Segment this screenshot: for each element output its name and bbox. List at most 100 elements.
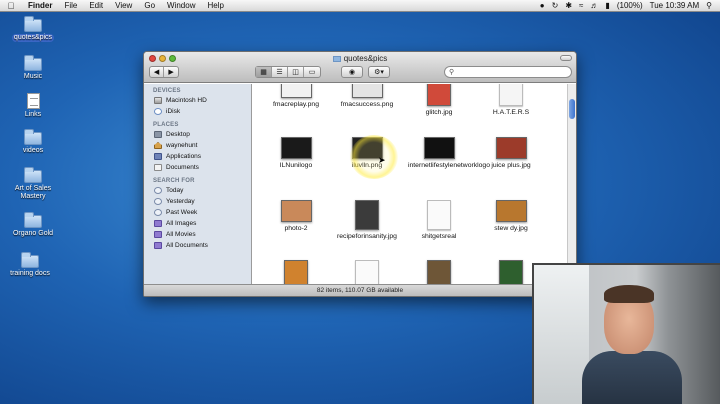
file-item[interactable]: internetlifestylenetworklogo: [403, 137, 490, 170]
desktop-file-links[interactable]: Links: [3, 93, 63, 119]
desktop-icon-label: Music: [23, 73, 43, 80]
file-item[interactable]: [260, 260, 332, 284]
column-view-button[interactable]: ◫: [288, 67, 305, 77]
mouse-pointer-icon: ➤: [378, 155, 386, 165]
file-item[interactable]: juice plus.jpg: [475, 137, 547, 170]
image-thumbnail: [284, 260, 308, 284]
menu-finder[interactable]: Finder: [22, 0, 58, 12]
desktop-icon: [154, 131, 162, 138]
file-item[interactable]: iluvlln.png: [331, 137, 403, 170]
record-icon[interactable]: ●: [540, 0, 545, 12]
quick-look-button[interactable]: ◉: [341, 66, 363, 78]
file-name: ILNunilogo: [279, 162, 313, 169]
desktop-icon-label: Organo Gold: [12, 230, 54, 237]
menu-edit[interactable]: Edit: [83, 0, 109, 12]
menu-go[interactable]: Go: [138, 0, 161, 12]
time-machine-icon[interactable]: ↻: [552, 0, 559, 12]
spotlight-icon[interactable]: ⚲: [706, 0, 712, 12]
search-field[interactable]: ⚲: [444, 66, 572, 78]
sidebar-item-label: Applications: [166, 153, 202, 160]
volume-icon[interactable]: ♬: [590, 0, 598, 12]
desktop-icon-label: quotes&pics: [11, 34, 55, 42]
file-name: H.A.T.E.R.S: [492, 109, 530, 116]
sidebar-item-all-movies[interactable]: All Movies: [144, 229, 251, 240]
sidebar-item-label: Desktop: [166, 131, 190, 138]
vertical-scrollbar[interactable]: [567, 84, 576, 284]
file-item[interactable]: shitgetsreal: [403, 200, 475, 241]
file-item[interactable]: H.A.T.E.R.S: [475, 84, 547, 117]
bluetooth-icon[interactable]: ✱: [565, 0, 572, 12]
desktop-folder-organo-gold[interactable]: Organo Gold: [3, 212, 63, 238]
file-name: iluvlln.png: [351, 162, 383, 169]
sidebar-item-all-images[interactable]: All Images: [144, 218, 251, 229]
window-toolbar: quotes&pics ◀ ▶ ▦ ☰ ◫ ▭ ◉ ⚙▾ ⚲: [144, 52, 576, 83]
file-item[interactable]: stew dy.jpg: [475, 200, 547, 233]
icon-view-button[interactable]: ▦: [256, 67, 273, 77]
forward-button[interactable]: ▶: [164, 67, 178, 77]
sidebar-header-places: PLACES: [153, 122, 179, 128]
file-name: internetlifestylenetworklogo: [408, 162, 490, 169]
desktop-folder-videos[interactable]: videos: [3, 129, 63, 155]
scroll-thumb[interactable]: [569, 99, 575, 119]
sidebar-item-home[interactable]: waynehunt: [144, 140, 251, 151]
webcam-overlay: [532, 263, 720, 404]
cover-flow-button[interactable]: ▭: [304, 67, 320, 77]
file-name: shitgetsreal: [421, 233, 457, 240]
wifi-icon[interactable]: ≈: [579, 0, 583, 12]
menu-bar:  Finder File Edit View Go Window Help ●…: [0, 0, 720, 12]
apple-menu-icon[interactable]: : [0, 0, 22, 12]
image-thumbnail: [499, 260, 523, 284]
action-menu-button[interactable]: ⚙▾: [368, 66, 390, 78]
image-thumbnail: [351, 84, 383, 98]
file-item[interactable]: recipeforinsanity.jpg: [331, 200, 403, 241]
desktop-icon-label: Links: [24, 111, 42, 118]
desktop-folder-training-docs[interactable]: training docs: [0, 252, 60, 278]
menubar-clock[interactable]: Tue 10:39 AM: [650, 0, 700, 12]
sidebar-header-devices: DEVICES: [153, 88, 181, 94]
sidebar-item-documents[interactable]: Documents: [144, 162, 251, 173]
image-thumbnail: [499, 84, 523, 106]
file-item[interactable]: fmacreplay.png: [260, 84, 332, 109]
folder-icon: [21, 252, 39, 268]
file-item[interactable]: ILNunilogo: [260, 137, 332, 170]
sidebar-item-desktop[interactable]: Desktop: [144, 129, 251, 140]
menu-view[interactable]: View: [109, 0, 138, 12]
documents-icon: [154, 164, 162, 171]
smart-folder-icon: [154, 220, 162, 227]
sidebar-item-macintosh-hd[interactable]: Macintosh HD: [144, 95, 251, 106]
image-thumbnail: [423, 137, 455, 159]
list-view-button[interactable]: ☰: [272, 67, 289, 77]
sidebar-item-label: All Movies: [166, 231, 196, 238]
file-item[interactable]: [403, 260, 475, 284]
folder-icon: [24, 129, 42, 145]
menu-window[interactable]: Window: [161, 0, 201, 12]
file-name: recipeforinsanity.jpg: [337, 233, 397, 240]
image-thumbnail: [495, 200, 527, 222]
sidebar-item-today[interactable]: Today: [144, 185, 251, 196]
menu-help[interactable]: Help: [201, 0, 229, 12]
file-name: fmacreplay.png: [273, 101, 319, 108]
file-name: photo-2: [284, 225, 308, 232]
smart-folder-icon: [154, 242, 162, 249]
window-title-text: quotes&pics: [343, 54, 388, 63]
battery-icon[interactable]: ▮: [605, 0, 609, 12]
file-item[interactable]: [331, 260, 403, 284]
menu-file[interactable]: File: [58, 0, 83, 12]
back-button[interactable]: ◀: [150, 67, 165, 77]
file-item[interactable]: glitch.jpg: [403, 84, 475, 117]
home-icon: [154, 142, 162, 149]
desktop-folder-art-of-sales-mastery[interactable]: Art of Sales Mastery: [3, 167, 63, 201]
sidebar-item-idisk[interactable]: iDisk: [144, 106, 251, 117]
toolbar-toggle-button[interactable]: [560, 55, 572, 61]
sidebar-item-all-documents[interactable]: All Documents: [144, 240, 251, 251]
sidebar-item-yesterday[interactable]: Yesterday: [144, 196, 251, 207]
sidebar-item-applications[interactable]: Applications: [144, 151, 251, 162]
document-thumbnail: [355, 260, 379, 284]
file-item[interactable]: photo-2: [260, 200, 332, 233]
desktop-folder-quotes-pics[interactable]: quotes&pics: [3, 16, 63, 42]
file-item[interactable]: fmacsuccess.png: [331, 84, 403, 109]
search-input[interactable]: [457, 68, 558, 76]
sidebar-item-past-week[interactable]: Past Week: [144, 207, 251, 218]
gear-icon: ⚙▾: [374, 69, 384, 76]
desktop-folder-music[interactable]: Music: [3, 55, 63, 81]
